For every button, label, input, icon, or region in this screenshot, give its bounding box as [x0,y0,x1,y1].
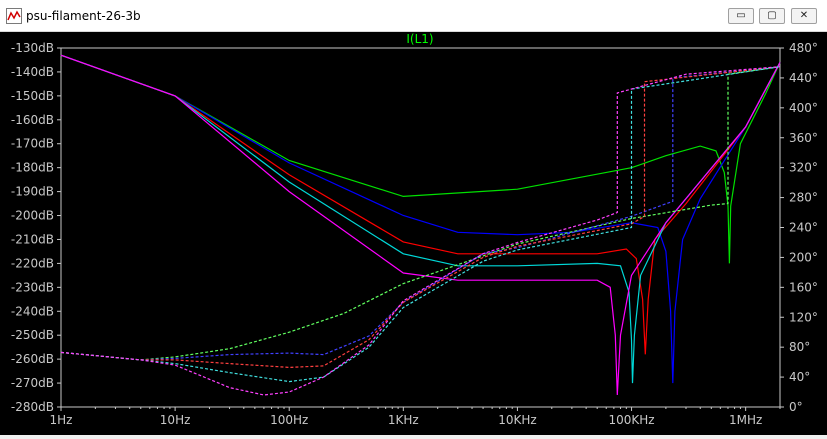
x-tick-label: 1Hz [50,413,73,427]
y-left-tick-label: -210dB [11,232,54,246]
y-right-tick-label: 0° [789,400,803,414]
y-right-tick-label: 200° [789,250,818,264]
window-titlebar: psu-filament-26-3b ▭ ▢ ✕ [0,0,827,32]
y-right-tick-label: 240° [789,221,818,235]
minimize-button[interactable]: ▭ [728,8,754,24]
y-left-tick-label: -220dB [11,256,54,270]
x-tick-label: 1KHz [388,413,419,427]
y-right-tick-label: 160° [789,280,818,294]
x-tick-label: 1MHz [729,413,762,427]
x-tick-label: 100Hz [270,413,308,427]
waveform-chart-icon [6,8,22,24]
bode-plot[interactable]: I(L1) -130dB -140dB -150dB -160dB -170dB -180… [0,32,827,435]
x-tick-label: 10KHz [498,413,536,427]
plot-title[interactable]: I(L1) [406,32,433,46]
window-title: psu-filament-26-3b [26,9,141,23]
plot-area: I(L1) -130dB -140dB -150dB -160dB -170dB -180… [0,32,827,435]
maximize-button[interactable]: ▢ [759,8,785,24]
y-right-tick-label: 280° [789,191,818,205]
close-button[interactable]: ✕ [791,8,817,24]
x-tick-label: 100KHz [608,413,654,427]
plot-background [0,32,827,435]
y-right-tick-label: 120° [789,310,818,324]
y-left-tick-label: -170dB [11,137,54,151]
y-left-tick-label: -240dB [11,304,54,318]
y-left-tick-label: -180dB [11,161,54,175]
y-left-tick-label: -200dB [11,209,54,223]
y-right-tick-label: 360° [789,131,818,145]
y-left-tick-label: -250dB [11,328,54,342]
y-left-tick-label: -230dB [11,280,54,294]
y-left-tick-label: -150dB [11,89,54,103]
y-right-tick-label: 320° [789,161,818,175]
y-left-tick-label: -260dB [11,352,54,366]
y-right-tick-label: 440° [789,71,818,85]
y-right-tick-label: 480° [789,41,818,55]
y-left-tick-label: -270dB [11,376,54,390]
y-left-tick-label: -140dB [11,65,54,79]
y-left-tick-label: -190dB [11,185,54,199]
y-left-tick-label: -130dB [11,41,54,55]
y-right-tick-label: 40° [789,370,810,384]
x-tick-label: 10Hz [160,413,191,427]
y-left-tick-label: -280dB [11,400,54,414]
y-left-tick-label: -160dB [11,113,54,127]
y-right-tick-label: 80° [789,340,810,354]
y-right-tick-label: 400° [789,101,818,115]
